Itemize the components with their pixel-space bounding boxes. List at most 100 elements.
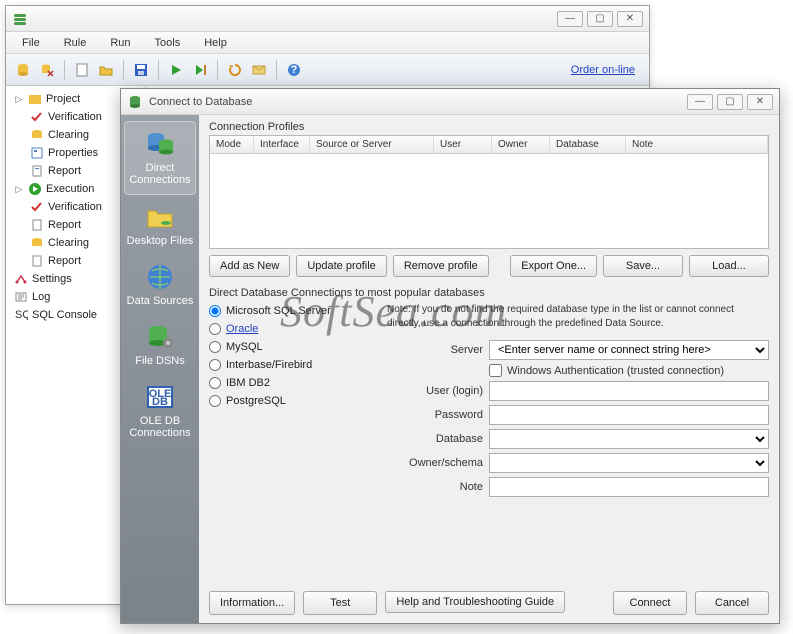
radio-input[interactable]	[209, 359, 221, 371]
sidebar-direct-connections[interactable]: Direct Connections	[124, 121, 196, 195]
check-icon	[30, 200, 44, 214]
order-online-link[interactable]: Order on-line	[571, 64, 635, 76]
settings-icon	[14, 272, 28, 286]
toolbar-open-icon[interactable]	[95, 59, 117, 81]
test-button[interactable]: Test	[303, 591, 377, 615]
dialog-maximize-button[interactable]: ▢	[717, 94, 743, 110]
radio-label: Oracle	[226, 323, 258, 335]
sidebar-label: Direct Connections	[129, 162, 190, 186]
expander-icon[interactable]: ▷	[14, 184, 24, 195]
sql-icon: SQL	[14, 308, 28, 322]
toolbar-run-step-icon[interactable]	[189, 59, 211, 81]
app-icon	[12, 11, 28, 27]
radio-input[interactable]	[209, 395, 221, 407]
tree-label: Clearing	[48, 237, 89, 249]
radio-input[interactable]	[209, 305, 221, 317]
toolbar-db-remove-icon[interactable]	[36, 59, 58, 81]
radio-input[interactable]	[209, 377, 221, 389]
toolbar-run-icon[interactable]	[165, 59, 187, 81]
col-note[interactable]: Note	[626, 136, 768, 153]
tree-label: Report	[48, 219, 81, 231]
toolbar-help-icon[interactable]: ?	[283, 59, 305, 81]
radio-label: MySQL	[226, 341, 263, 353]
dialog-minimize-button[interactable]: —	[687, 94, 713, 110]
tree-label: Execution	[46, 183, 94, 195]
cancel-button[interactable]: Cancel	[695, 591, 769, 615]
sidebar-desktop-files[interactable]: Desktop Files	[124, 195, 196, 255]
svg-text:SQL: SQL	[15, 309, 28, 321]
information-button[interactable]: Information...	[209, 591, 295, 615]
col-database[interactable]: Database	[550, 136, 626, 153]
sidebar-data-sources[interactable]: Data Sources	[124, 255, 196, 315]
profiles-table[interactable]: Mode Interface Source or Server User Own…	[209, 135, 769, 249]
oledb-icon: OLEDB	[144, 381, 176, 413]
globe-icon	[144, 261, 176, 293]
update-profile-button[interactable]: Update profile	[296, 255, 387, 277]
toolbar-mail-icon[interactable]	[248, 59, 270, 81]
menu-run[interactable]: Run	[100, 35, 140, 51]
dialog-title: Connect to Database	[149, 96, 687, 108]
radio-postgresql[interactable]: PostgreSQL	[209, 395, 369, 407]
database-row: Database	[387, 429, 769, 449]
col-user[interactable]: User	[434, 136, 492, 153]
toolbar-save-icon[interactable]	[130, 59, 152, 81]
connect-button[interactable]: Connect	[613, 591, 687, 615]
col-source[interactable]: Source or Server	[310, 136, 434, 153]
winauth-row: Windows Authentication (trusted connecti…	[387, 364, 769, 377]
toolbar: ? Order on-line	[6, 54, 649, 86]
col-interface[interactable]: Interface	[254, 136, 310, 153]
add-as-new-button[interactable]: Add as New	[209, 255, 290, 277]
owner-label: Owner/schema	[387, 457, 483, 469]
col-owner[interactable]: Owner	[492, 136, 550, 153]
radio-db2[interactable]: IBM DB2	[209, 377, 369, 389]
radio-input[interactable]	[209, 341, 221, 353]
close-button[interactable]: ✕	[617, 11, 643, 27]
winauth-label: Windows Authentication (trusted connecti…	[507, 365, 724, 377]
database-select[interactable]	[489, 429, 769, 449]
winauth-checkbox[interactable]	[489, 364, 502, 377]
user-input[interactable]	[489, 381, 769, 401]
tree-label: Report	[48, 255, 81, 267]
radio-oracle[interactable]: Oracle	[209, 323, 369, 335]
dialog-close-button[interactable]: ✕	[747, 94, 773, 110]
menu-tools[interactable]: Tools	[145, 35, 191, 51]
radio-input[interactable]	[209, 323, 221, 335]
help-guide-button[interactable]: Help and Troubleshooting Guide	[385, 591, 565, 613]
play-icon	[28, 182, 42, 196]
sidebar-file-dsns[interactable]: File DSNs	[124, 315, 196, 375]
maximize-button[interactable]: ▢	[587, 11, 613, 27]
report-icon	[30, 218, 44, 232]
connection-sidebar: Direct Connections Desktop Files Data So…	[121, 115, 199, 623]
db-icon	[30, 236, 44, 250]
col-mode[interactable]: Mode	[210, 136, 254, 153]
radio-label: Interbase/Firebird	[226, 359, 312, 371]
menu-file[interactable]: File	[12, 35, 50, 51]
expander-icon[interactable]: ▷	[14, 94, 24, 105]
remove-profile-button[interactable]: Remove profile	[393, 255, 489, 277]
export-one-button[interactable]: Export One...	[510, 255, 597, 277]
toolbar-new-icon[interactable]	[71, 59, 93, 81]
owner-select[interactable]	[489, 453, 769, 473]
toolbar-db-icon[interactable]	[12, 59, 34, 81]
radio-mysql[interactable]: MySQL	[209, 341, 369, 353]
save-button[interactable]: Save...	[603, 255, 683, 277]
main-titlebar: — ▢ ✕	[6, 6, 649, 32]
tree-label: Report	[48, 165, 81, 177]
tree-label: Verification	[48, 201, 102, 213]
menu-rule[interactable]: Rule	[54, 35, 97, 51]
profiles-label: Connection Profiles	[209, 121, 769, 133]
sidebar-oledb[interactable]: OLEDBOLE DB Connections	[124, 375, 196, 447]
tree-label: SQL Console	[32, 309, 97, 321]
svg-text:?: ?	[291, 64, 298, 76]
radio-interbase[interactable]: Interbase/Firebird	[209, 359, 369, 371]
load-button[interactable]: Load...	[689, 255, 769, 277]
note-input[interactable]	[489, 477, 769, 497]
password-input[interactable]	[489, 405, 769, 425]
toolbar-refresh-icon[interactable]	[224, 59, 246, 81]
minimize-button[interactable]: —	[557, 11, 583, 27]
server-select[interactable]: <Enter server name or connect string her…	[489, 340, 769, 360]
radio-mssql[interactable]: Microsoft SQL Server	[209, 305, 369, 317]
note-text: Note: If you do not find the required da…	[387, 303, 769, 330]
menu-help[interactable]: Help	[194, 35, 237, 51]
radio-label: PostgreSQL	[226, 395, 286, 407]
